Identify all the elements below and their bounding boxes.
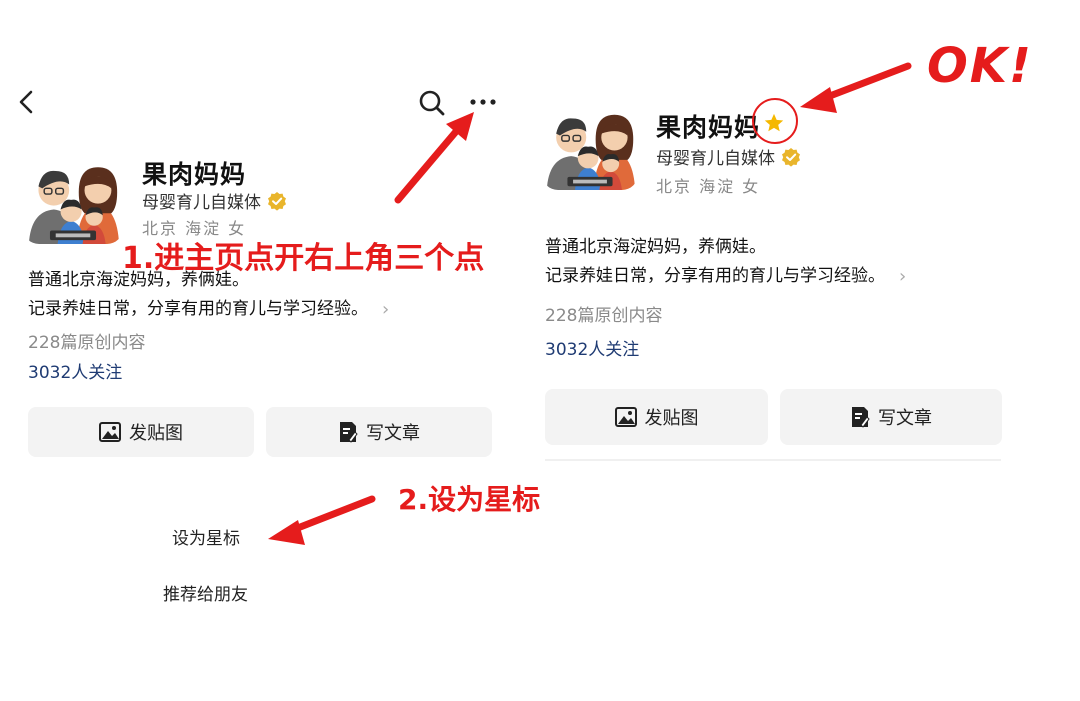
ok-annotation: OK! — [927, 38, 1033, 94]
arrow-head-3 — [800, 87, 837, 113]
arrow-to-set-star — [286, 495, 376, 535]
arrow-to-more-icon — [394, 124, 463, 204]
step1-annotation: 1.进主页点开右上角三个点 — [122, 241, 485, 276]
step2-annotation: 2.设为星标 — [398, 483, 541, 516]
star-highlight-circle — [752, 98, 798, 144]
annotation-arrows — [268, 62, 912, 545]
arrow-to-star — [818, 62, 912, 103]
